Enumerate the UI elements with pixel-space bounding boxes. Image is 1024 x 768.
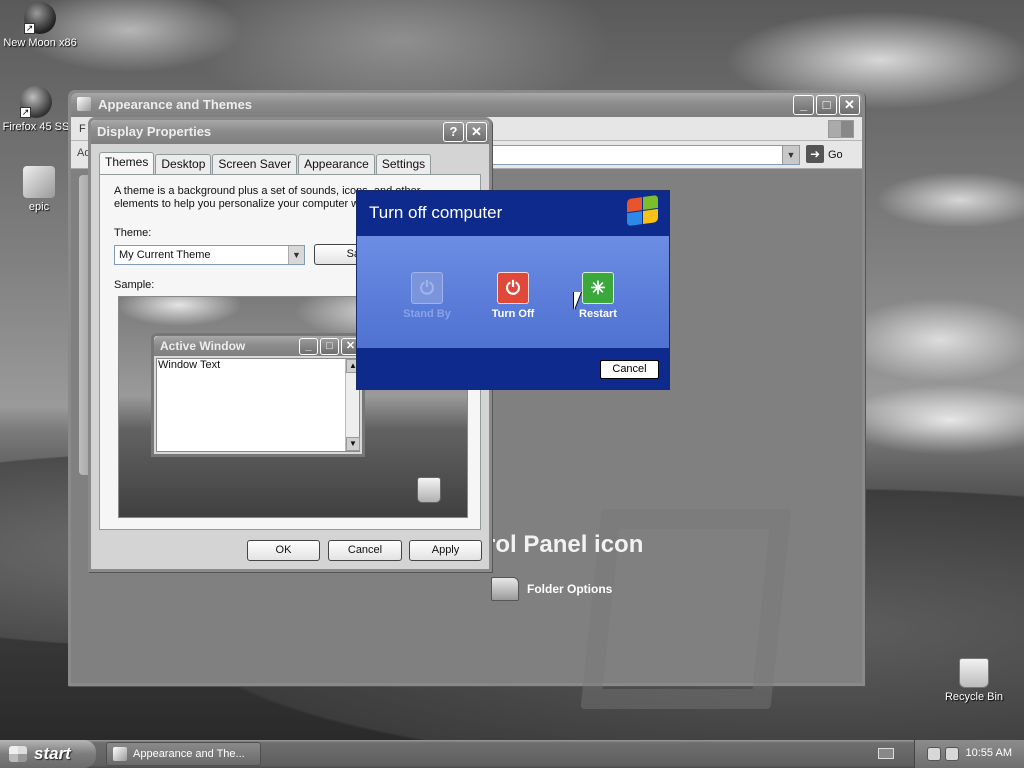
cancel-button[interactable]: Cancel [600,360,659,379]
new-moon-browser-icon: ↗ [24,2,56,34]
stand-by-option: ⏻ Stand By [392,272,462,320]
start-label: start [34,744,71,763]
desktop-icon-label: New Moon x86 [3,37,77,49]
go-arrow-icon: ➜ [806,145,824,163]
windows-flag-icon [9,746,27,762]
windows-flag-icon [627,194,659,227]
power-icon: ⏻ [497,272,529,304]
desktop-icon-firefox[interactable]: ↗ Firefox 45 SS [0,86,76,133]
theme-select[interactable]: My Current Theme ▼ [114,245,305,265]
tab-appearance[interactable]: Appearance [298,154,375,174]
dialog-title: Display Properties [97,124,212,139]
sample-recycle-bin-icon [417,477,441,503]
section-heading: rol Panel icon [486,531,644,558]
dialog-title: Turn off computer [369,203,503,222]
turn-off-computer-dialog: Turn off computer ⏻ Stand By ⏻ Turn Off … [356,190,670,390]
mouse-cursor-icon [574,292,581,310]
security-shield-icon[interactable] [927,747,941,761]
menu-item-file[interactable]: F [79,123,86,135]
sample-active-window: Active Window _ □ ✕ Window Text ▲ ▼ [151,333,365,457]
desktop-icon-label: Firefox 45 SS [2,121,70,133]
theme-select-value: My Current Theme [119,249,211,261]
firefox-icon: ↗ [20,86,52,118]
tab-themes[interactable]: Themes [99,152,155,174]
shortcut-arrow-icon: ↗ [24,23,35,34]
system-tray: 10:55 AM [914,740,1024,768]
theme-label: Theme: [114,227,152,239]
folder-options-label: Folder Options [527,582,613,596]
clock[interactable]: 10:55 AM [966,747,1012,759]
start-button[interactable]: start [0,740,96,768]
taskbar-button-appearance-themes[interactable]: Appearance and The... [106,742,261,766]
window-title: Appearance and Themes [98,97,253,112]
dialog-options-area: ⏻ Stand By ⏻ Turn Off ✳ Restart [357,236,669,348]
title-bar[interactable]: Appearance and Themes _ □ ✕ [71,93,862,117]
tab-strip: Themes Desktop Screen Saver Appearance S… [99,152,432,174]
volume-icon[interactable] [945,747,959,761]
dialog-header: Turn off computer [357,191,669,236]
maximize-button[interactable]: □ [816,95,837,115]
shortcut-arrow-icon: ↗ [20,107,31,118]
folder-options-icon [491,577,519,601]
go-label: Go [828,149,843,161]
go-button[interactable]: ➜ Go [806,145,854,165]
close-button[interactable]: ✕ [466,122,487,142]
dialog-footer: Cancel [357,348,669,389]
cancel-button[interactable]: Cancel [328,540,402,561]
tab-desktop[interactable]: Desktop [155,154,212,174]
keyboard-icon[interactable] [878,748,894,759]
desktop-icon-label: Recycle Bin [944,691,1004,703]
sample-minimize-icon: _ [299,338,318,355]
restart-icon: ✳ [582,272,614,304]
sample-window-title: Active Window [160,339,246,353]
title-bar[interactable]: Display Properties ? ✕ [91,120,489,144]
sample-title-bar: Active Window _ □ ✕ [154,336,362,356]
sample-label: Sample: [114,279,155,291]
close-button[interactable]: ✕ [839,95,860,115]
tab-settings[interactable]: Settings [375,154,432,174]
help-button[interactable]: ? [443,122,464,142]
chevron-down-icon[interactable]: ▼ [782,146,799,164]
sample-window-text: Window Text [158,359,221,371]
control-panel-icon [113,747,127,761]
desktop-icon-recycle-bin[interactable]: Recycle Bin [934,658,1014,703]
turn-off-option[interactable]: ⏻ Turn Off [478,272,548,320]
control-panel-icon [77,97,91,111]
sample-window-body: Window Text ▲ ▼ [156,358,360,452]
desktop-icon-label: epic [28,201,50,213]
ok-button[interactable]: OK [247,540,320,561]
sample-maximize-icon: □ [320,338,339,355]
turn-off-label: Turn Off [491,308,535,320]
chevron-down-icon[interactable]: ▼ [288,246,304,264]
epic-icon [23,166,55,198]
windows-logo-icon [828,120,854,138]
desktop-icon-new-moon[interactable]: ↗ New Moon x86 [0,2,80,49]
restart-label: Restart [579,308,617,320]
apply-button[interactable]: Apply [409,540,482,561]
taskbar-button-label: Appearance and The... [133,748,245,760]
recycle-bin-icon [959,658,989,688]
stand-by-label: Stand By [403,308,451,320]
tab-screen-saver[interactable]: Screen Saver [212,154,298,174]
taskbar: start Appearance and The... 10:55 AM [0,740,1024,768]
minimize-button[interactable]: _ [793,95,814,115]
folder-options-link[interactable]: Folder Options [491,577,612,601]
stand-by-icon: ⏻ [411,272,443,304]
scroll-down-icon: ▼ [346,437,360,451]
